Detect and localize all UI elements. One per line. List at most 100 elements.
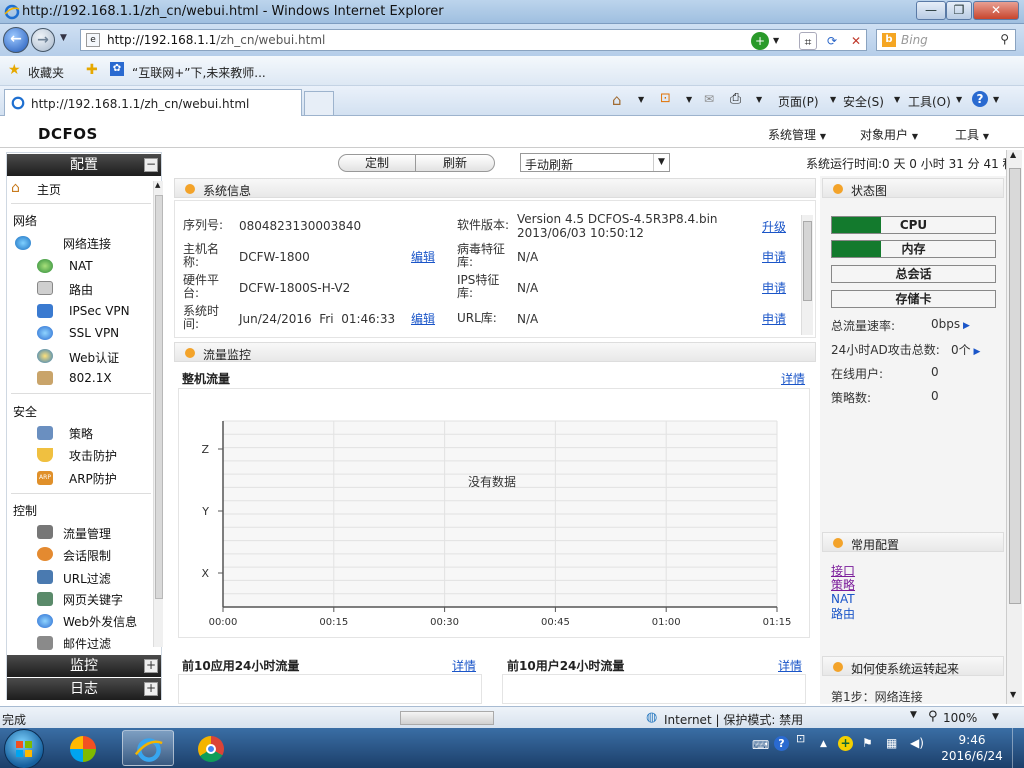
- sidebar-item-web-outbound[interactable]: Web外发信息: [63, 613, 137, 630]
- sidebar-item-session-limit[interactable]: 会话限制: [63, 547, 111, 564]
- zoom-level[interactable]: 100%: [943, 711, 977, 725]
- print-icon[interactable]: ⎙: [730, 91, 741, 107]
- zone-dropdown-icon[interactable]: ▼: [910, 710, 917, 720]
- add-icon[interactable]: +: [751, 32, 769, 50]
- apply-virus-db-link[interactable]: 申请: [762, 248, 786, 265]
- sidebar-item-ssl-vpn[interactable]: SSL VPN: [69, 326, 119, 340]
- safety-menu[interactable]: 安全(S): [843, 93, 884, 110]
- zoom-dropdown-icon[interactable]: ▼: [992, 712, 999, 722]
- compat-view-icon[interactable]: ⌗: [799, 32, 817, 50]
- search-icon[interactable]: ⚲: [1000, 32, 1009, 46]
- tools-menu[interactable]: 工具(O): [908, 93, 951, 110]
- show-desktop-button[interactable]: [1012, 728, 1024, 768]
- page-scrollbar[interactable]: ▲ ▼: [1006, 150, 1022, 704]
- start-button[interactable]: [4, 729, 44, 768]
- flag-icon[interactable]: ⚑: [862, 736, 873, 750]
- page-scroll-thumb[interactable]: [1009, 168, 1021, 604]
- sidebar-item-home[interactable]: 主页: [37, 181, 61, 198]
- sidebar-scroll-thumb[interactable]: [155, 195, 163, 599]
- tray-overflow-icon[interactable]: ⊡: [796, 732, 805, 745]
- ad-attack-value[interactable]: 0个 ▶: [951, 341, 980, 358]
- menu-object-user[interactable]: 对象用户 ▼: [860, 126, 918, 143]
- top-apps-detail-link[interactable]: 详情: [452, 657, 476, 674]
- mail-icon[interactable]: ✉: [704, 92, 714, 106]
- stop-icon[interactable]: ✕: [847, 32, 865, 50]
- scroll-up-icon[interactable]: ▲: [155, 181, 160, 189]
- favorites-button[interactable]: 收藏夹: [28, 64, 64, 81]
- refresh-icon[interactable]: ⟳: [823, 32, 841, 50]
- scroll-up-icon[interactable]: ▲: [1010, 150, 1016, 159]
- add-tray-icon[interactable]: +: [838, 736, 853, 751]
- sysinfo-scroll-thumb[interactable]: [803, 221, 812, 301]
- new-tab-button[interactable]: [304, 91, 334, 115]
- help-icon[interactable]: ?: [972, 91, 988, 107]
- forward-button[interactable]: →: [31, 28, 55, 52]
- menu-system-management[interactable]: 系统管理 ▼: [768, 126, 826, 143]
- help-dropdown-icon[interactable]: ▼: [993, 95, 999, 104]
- common-link-nat[interactable]: NAT: [831, 592, 855, 606]
- taskbar-ie-button[interactable]: [122, 730, 174, 766]
- sidebar-item-url-filter[interactable]: URL过滤: [63, 570, 111, 587]
- expand-icon[interactable]: +: [144, 659, 158, 673]
- top-users-detail-link[interactable]: 详情: [778, 657, 802, 674]
- home-dropdown-icon[interactable]: ▼: [638, 95, 644, 104]
- sidebar-item-nat[interactable]: NAT: [69, 259, 93, 273]
- close-window-button[interactable]: ✕: [973, 1, 1019, 20]
- browser-tab[interactable]: http://192.168.1.1/zh_cn/webui.html: [4, 89, 302, 116]
- page-menu[interactable]: 页面(P): [778, 93, 819, 110]
- common-link-policy[interactable]: 策略: [831, 576, 855, 593]
- customize-button[interactable]: 定制: [338, 154, 416, 172]
- sidebar-item-web-auth[interactable]: Web认证: [69, 349, 119, 366]
- config-section-header[interactable]: 配置 −: [7, 154, 161, 176]
- sidebar-item-8021x[interactable]: 802.1X: [69, 371, 112, 385]
- back-button[interactable]: ←: [3, 27, 29, 53]
- refresh-mode-select[interactable]: 手动刷新 ▼: [520, 153, 670, 172]
- log-section-header[interactable]: 日志 +: [7, 678, 161, 700]
- maximize-button[interactable]: ❐: [946, 1, 972, 20]
- sidebar-item-policy[interactable]: 策略: [69, 425, 93, 442]
- expand-icon[interactable]: +: [144, 682, 158, 696]
- sidebar-scrollbar[interactable]: ▲: [153, 181, 163, 647]
- dropdown-icon[interactable]: ▼: [773, 36, 779, 45]
- volume-icon[interactable]: ◀): [910, 736, 924, 750]
- history-dropdown-icon[interactable]: ▼: [60, 33, 67, 43]
- sidebar-item-ipsec-vpn[interactable]: IPSec VPN: [69, 304, 130, 318]
- sidebar-item-traffic-management[interactable]: 流量管理: [63, 525, 111, 542]
- show-hidden-icons[interactable]: ▲: [820, 739, 827, 749]
- sidebar-item-arp-defense[interactable]: ARP防护: [69, 470, 117, 487]
- minimize-button[interactable]: —: [916, 1, 946, 20]
- whole-traffic-detail-link[interactable]: 详情: [781, 370, 805, 387]
- apply-url-db-link[interactable]: 申请: [762, 310, 786, 327]
- common-link-route[interactable]: 路由: [831, 605, 855, 622]
- taskbar-chrome-button[interactable]: [186, 730, 238, 766]
- sidebar-item-route[interactable]: 路由: [69, 281, 93, 298]
- search-box[interactable]: b Bing ⚲: [876, 29, 1016, 51]
- home-icon[interactable]: ⌂: [612, 91, 622, 109]
- collapse-icon[interactable]: −: [144, 158, 158, 172]
- network-tray-icon[interactable]: ▦: [886, 736, 897, 750]
- monitor-section-header[interactable]: 监控 +: [7, 655, 161, 677]
- security-zone[interactable]: Internet | 保护模式: 禁用: [664, 711, 803, 728]
- scroll-down-icon[interactable]: ▼: [1010, 690, 1016, 699]
- feeds-dropdown-icon[interactable]: ▼: [686, 95, 692, 104]
- help-tray-icon[interactable]: ?: [774, 736, 789, 751]
- sidebar-item-network-connection[interactable]: 网络连接: [63, 235, 111, 252]
- sidebar-item-attack-defense[interactable]: 攻击防护: [69, 447, 117, 464]
- taskbar-app-icon[interactable]: [58, 730, 110, 766]
- sidebar-item-mail-filter[interactable]: 邮件过滤: [63, 635, 111, 652]
- print-dropdown-icon[interactable]: ▼: [756, 95, 762, 104]
- favorites-link[interactable]: “互联网+”下,未来教师...: [132, 64, 266, 81]
- sysinfo-scrollbar[interactable]: [801, 215, 813, 335]
- keyboard-icon[interactable]: ⌨: [752, 738, 769, 752]
- total-rate-value[interactable]: 0bps ▶: [931, 317, 970, 331]
- upgrade-link[interactable]: 升级: [762, 218, 786, 235]
- edit-hostname-link[interactable]: 编辑: [411, 248, 435, 265]
- address-bar[interactable]: e http://192.168.1.1/zh_cn/webui.html + …: [80, 29, 867, 51]
- menu-tools[interactable]: 工具 ▼: [955, 126, 989, 143]
- refresh-button[interactable]: 刷新: [415, 154, 495, 172]
- apply-ips-db-link[interactable]: 申请: [762, 279, 786, 296]
- taskbar-clock[interactable]: 9:46 2016/6/24: [936, 732, 1008, 764]
- feeds-icon[interactable]: ⊡: [660, 91, 671, 106]
- edit-systime-link[interactable]: 编辑: [411, 310, 435, 327]
- sidebar-item-web-keyword[interactable]: 网页关键字: [63, 591, 123, 608]
